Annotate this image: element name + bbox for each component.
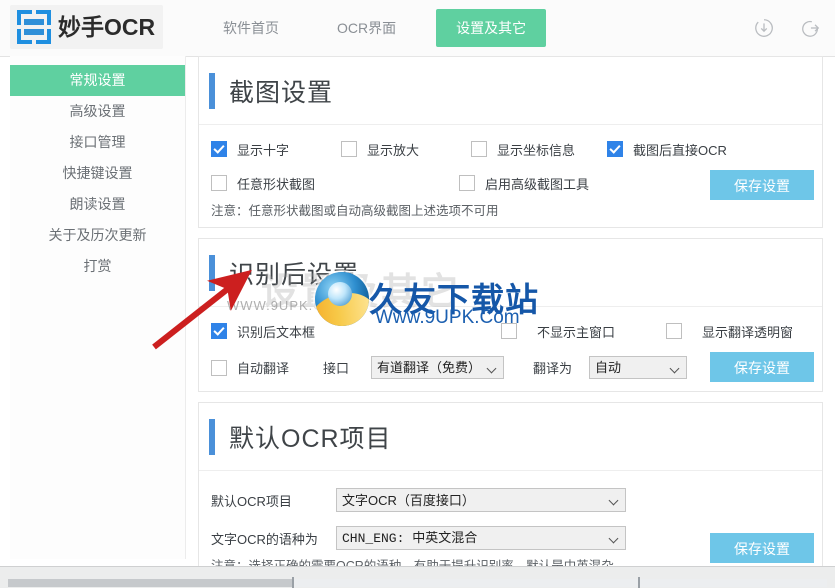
brand-name: 妙手OCR: [58, 14, 156, 40]
label-freeform-capture: 任意形状截图: [237, 176, 316, 192]
label-ocr-language: 文字OCR的语种为: [211, 531, 318, 547]
label-show-translate-overlay: 显示翻译透明窗: [702, 324, 794, 340]
checkbox-show-magnifier[interactable]: [341, 141, 358, 157]
panel-after-recognition-body: 识别后文本框 不显示主窗口 显示翻译透明窗 自动翻译 接口 有道翻译（免费） 翻…: [199, 307, 822, 391]
accent-bar: [209, 254, 215, 291]
panel-screenshot-body: 显示十字 显示放大 显示坐标信息 截图后直接OCR 任意形状截图 启用高级截图工…: [199, 125, 822, 227]
panel-after-recognition-title: 识别后设置: [229, 260, 360, 289]
label-auto-translate: 自动翻译: [237, 361, 290, 376]
default-ocr-row: 默认OCR项目 文字OCR（百度接口）: [211, 485, 810, 515]
body-wrapper: 常规设置 高级设置 接口管理 快捷键设置 朗读设置 关于及历次更新 打赏 截图设…: [0, 56, 835, 583]
after-recognition-row-1: 识别后文本框 不显示主窗口 显示翻译透明窗: [211, 317, 810, 345]
sidebar-item-tts[interactable]: 朗读设置: [10, 189, 185, 220]
checkbox-auto-translate[interactable]: [211, 359, 227, 376]
label-api: 接口: [323, 361, 350, 376]
select-translate-api[interactable]: 有道翻译（免费）: [371, 356, 504, 379]
save-button-after-recognition[interactable]: 保存设置: [710, 352, 814, 382]
label-show-text-box: 识别后文本框: [237, 324, 316, 340]
download-icon[interactable]: [753, 17, 775, 39]
scrollbar-divider-right: [638, 577, 640, 588]
top-icons: [753, 0, 821, 56]
label-show-magnifier: 显示放大: [367, 142, 420, 158]
label-advanced-capture-tool: 启用高级截图工具: [485, 176, 590, 192]
checkbox-ocr-after-capture[interactable]: [607, 141, 624, 157]
after-recognition-row-2: 自动翻译 接口 有道翻译（免费） 翻译为 自动 保存设置: [211, 352, 814, 383]
select-translate-target[interactable]: 自动: [589, 356, 687, 379]
accent-bar: [209, 72, 215, 109]
content-area: 截图设置 显示十字 显示放大 显示坐标信息 截图后直接OCR 任意形状截图 启用…: [198, 56, 823, 583]
label-ocr-after-capture: 截图后直接OCR: [633, 142, 727, 158]
select-default-ocr-project[interactable]: 文字OCR（百度接口）: [336, 488, 626, 512]
sidebar-item-api[interactable]: 接口管理: [10, 127, 185, 158]
checkbox-freeform-capture[interactable]: [211, 175, 227, 191]
label-default-ocr-project: 默认OCR项目: [211, 493, 292, 509]
sidebar: 常规设置 高级设置 接口管理 快捷键设置 朗读设置 关于及历次更新 打赏: [10, 56, 186, 559]
screenshot-checkbox-row-1: 显示十字 显示放大 显示坐标信息 截图后直接OCR: [211, 135, 810, 163]
panel-screenshot-settings: 截图设置 显示十字 显示放大 显示坐标信息 截图后直接OCR 任意形状截图 启用…: [198, 56, 823, 228]
screenshot-note: 注意：任意形状截图或自动高级截图上述选项不可用: [211, 204, 499, 218]
label-show-cross: 显示十字: [237, 142, 290, 158]
scrollbar-divider-left: [292, 577, 294, 588]
nav-item-settings[interactable]: 设置及其它: [436, 9, 547, 47]
panel-default-ocr-header: 默认OCR项目: [199, 403, 822, 471]
logout-icon[interactable]: [799, 17, 821, 39]
panel-screenshot-title: 截图设置: [229, 78, 334, 107]
select-ocr-language[interactable]: CHN_ENG: 中英文混合: [336, 526, 626, 550]
sidebar-item-donate[interactable]: 打赏: [10, 251, 185, 282]
panel-after-recognition: 识别后设置 识别后文本框 不显示主窗口 显示翻译透明窗 自动翻译 接口 有道翻译…: [198, 238, 823, 392]
horizontal-scrollbar-thumb[interactable]: [8, 579, 293, 587]
label-hide-main-window: 不显示主窗口: [537, 324, 616, 340]
ocr-language-row: 文字OCR的语种为 CHN_ENG: 中英文混合 保存设置: [211, 523, 814, 563]
bottom-strip: [0, 566, 835, 588]
checkbox-show-text-box[interactable]: [211, 323, 227, 339]
label-show-coordinates: 显示坐标信息: [497, 142, 576, 158]
checkbox-show-cross[interactable]: [211, 141, 227, 157]
panel-default-ocr: 默认OCR项目 默认OCR项目 文字OCR（百度接口） 文字OCR的语种为 CH…: [198, 402, 823, 583]
app-window: 妙手OCR 软件首页 OCR界面 设置及其它 常规设置 高级设置 接口管理 快捷…: [0, 0, 835, 588]
main-nav: 软件首页 OCR界面 设置及其它: [205, 0, 547, 56]
nav-item-ocr[interactable]: OCR界面: [319, 10, 414, 46]
checkbox-hide-main-window[interactable]: [501, 323, 517, 339]
screenshot-checkbox-row-2: 任意形状截图 启用高级截图工具 保存设置: [211, 169, 814, 200]
checkbox-show-coordinates[interactable]: [471, 141, 488, 157]
top-bar: 妙手OCR 软件首页 OCR界面 设置及其它: [0, 0, 835, 57]
panel-default-ocr-title: 默认OCR项目: [229, 424, 392, 453]
sidebar-item-hotkeys[interactable]: 快捷键设置: [10, 158, 185, 189]
save-button-screenshot[interactable]: 保存设置: [710, 170, 814, 200]
panel-screenshot-header: 截图设置: [199, 57, 822, 125]
nav-item-home[interactable]: 软件首页: [205, 10, 297, 46]
sidebar-item-about[interactable]: 关于及历次更新: [10, 220, 185, 251]
accent-bar: [209, 418, 215, 455]
checkbox-advanced-capture-tool[interactable]: [459, 175, 476, 191]
checkbox-show-translate-overlay[interactable]: [666, 323, 682, 339]
sidebar-item-advanced[interactable]: 高级设置: [10, 96, 185, 127]
scan-frame-icon: [14, 7, 54, 47]
label-translate-to: 翻译为: [533, 361, 573, 376]
panel-after-recognition-header: 识别后设置: [199, 239, 822, 307]
save-button-default-ocr[interactable]: 保存设置: [710, 533, 814, 563]
sidebar-item-general[interactable]: 常规设置: [10, 65, 185, 96]
brand-logo: 妙手OCR: [10, 5, 164, 49]
